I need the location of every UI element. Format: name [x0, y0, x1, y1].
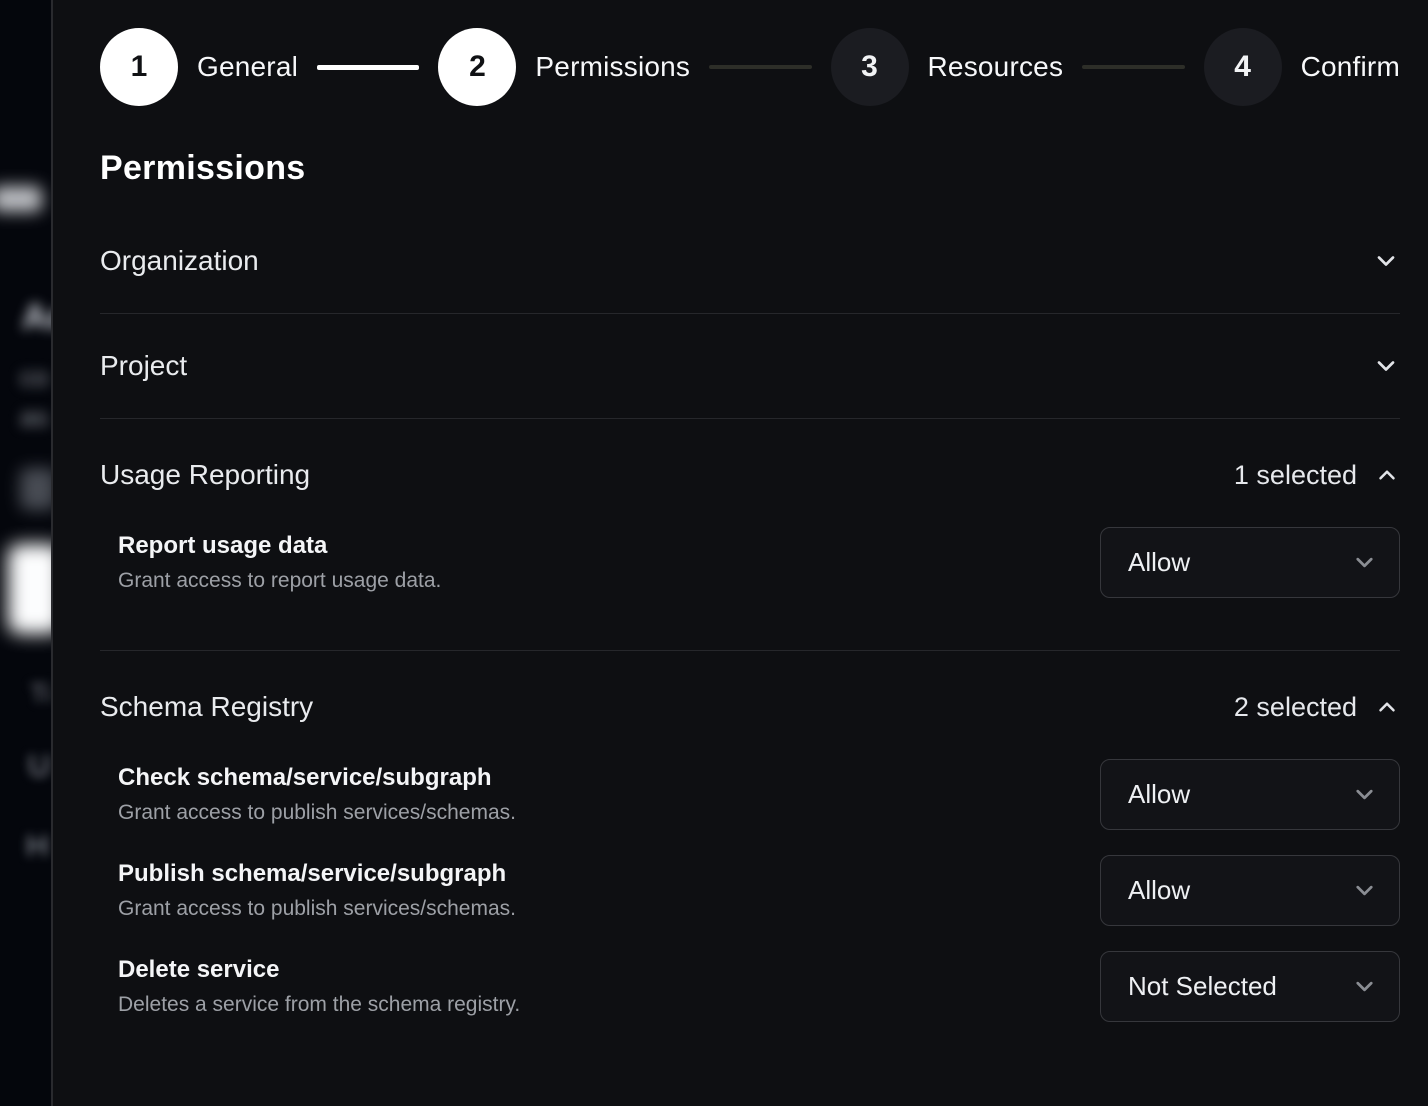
publish-schema-select[interactable]: Allow [1100, 855, 1400, 926]
sidebar-blur-text: H [26, 828, 48, 864]
sidebar-blur-icon [20, 468, 53, 510]
wizard-stepper: 1 General 2 Permissions 3 Resources 4 Co… [100, 28, 1400, 106]
step-connector-done [317, 65, 419, 70]
permission-row: Publish schema/service/subgraph Grant ac… [118, 855, 1400, 926]
section-usage-reporting-title: Usage Reporting [100, 459, 310, 491]
chevron-up-icon [1374, 462, 1400, 488]
step-confirm-label: Confirm [1301, 51, 1400, 83]
chevron-up-icon [1374, 694, 1400, 720]
select-value: Allow [1128, 547, 1190, 578]
permission-description: Deletes a service from the schema regist… [118, 993, 520, 1017]
delete-service-select[interactable]: Not Selected [1100, 951, 1400, 1022]
step-connector-todo [709, 65, 811, 69]
chevron-down-icon [1372, 247, 1400, 275]
section-usage-reporting[interactable]: Usage Reporting 1 selected [100, 419, 1400, 518]
chevron-down-icon [1372, 352, 1400, 380]
sidebar-blur-text: Ac [22, 296, 53, 338]
step-general-label: General [197, 51, 298, 83]
step-resources[interactable]: 3 Resources [831, 28, 1064, 106]
permission-text: Report usage data Grant access to report… [118, 532, 441, 593]
select-value: Not Selected [1128, 971, 1277, 1002]
usage-reporting-selected-count: 1 selected [1234, 460, 1357, 491]
page-title: Permissions [100, 149, 1400, 188]
permission-title: Delete service [118, 956, 520, 984]
schema-registry-selected-count: 2 selected [1234, 692, 1357, 723]
step-confirm-circle: 4 [1204, 28, 1282, 106]
chevron-down-icon [1351, 973, 1378, 1000]
section-schema-registry[interactable]: Schema Registry 2 selected [100, 651, 1400, 750]
chevron-down-icon [1351, 877, 1378, 904]
permission-text: Check schema/service/subgraph Grant acce… [118, 764, 516, 825]
sidebar-blur-text: co [20, 362, 49, 393]
section-organization[interactable]: Organization [100, 209, 1400, 314]
section-schema-registry-title: Schema Registry [100, 691, 313, 723]
check-schema-select[interactable]: Allow [1100, 759, 1400, 830]
chevron-down-icon [1351, 549, 1378, 576]
permission-row: Check schema/service/subgraph Grant acce… [118, 759, 1400, 830]
background-sidebar: Ac co as Ti U H [0, 0, 53, 1106]
section-project[interactable]: Project [100, 314, 1400, 419]
sidebar-blur-text: Ti [30, 678, 51, 709]
permission-title: Report usage data [118, 532, 441, 560]
step-permissions-circle: 2 [438, 28, 516, 106]
permission-row: Report usage data Grant access to report… [118, 527, 1400, 598]
select-value: Allow [1128, 875, 1190, 906]
section-organization-title: Organization [100, 245, 259, 277]
usage-reporting-permissions: Report usage data Grant access to report… [100, 518, 1400, 651]
step-resources-label: Resources [928, 51, 1064, 83]
sidebar-blur-pill [0, 186, 42, 212]
sidebar-blur-highlight [8, 544, 53, 634]
permission-title: Publish schema/service/subgraph [118, 860, 516, 888]
step-connector-todo [1082, 65, 1184, 69]
select-value: Allow [1128, 779, 1190, 810]
step-general-circle: 1 [100, 28, 178, 106]
permission-row: Delete service Deletes a service from th… [118, 951, 1400, 1022]
section-project-title: Project [100, 350, 187, 382]
permission-text: Delete service Deletes a service from th… [118, 956, 520, 1017]
schema-registry-permissions: Check schema/service/subgraph Grant acce… [100, 750, 1400, 1050]
chevron-down-icon [1351, 781, 1378, 808]
step-confirm[interactable]: 4 Confirm [1204, 28, 1400, 106]
wizard-panel: 1 General 2 Permissions 3 Resources 4 Co… [55, 0, 1428, 1106]
permission-description: Grant access to publish services/schemas… [118, 897, 516, 921]
permission-description: Grant access to report usage data. [118, 569, 441, 593]
permission-title: Check schema/service/subgraph [118, 764, 516, 792]
sidebar-blur-text: as [20, 402, 49, 433]
permission-text: Publish schema/service/subgraph Grant ac… [118, 860, 516, 921]
sidebar-blur-text: U [28, 748, 50, 784]
permission-description: Grant access to publish services/schemas… [118, 801, 516, 825]
step-resources-circle: 3 [831, 28, 909, 106]
step-permissions[interactable]: 2 Permissions [438, 28, 690, 106]
step-general[interactable]: 1 General [100, 28, 298, 106]
step-permissions-label: Permissions [535, 51, 690, 83]
report-usage-data-select[interactable]: Allow [1100, 527, 1400, 598]
